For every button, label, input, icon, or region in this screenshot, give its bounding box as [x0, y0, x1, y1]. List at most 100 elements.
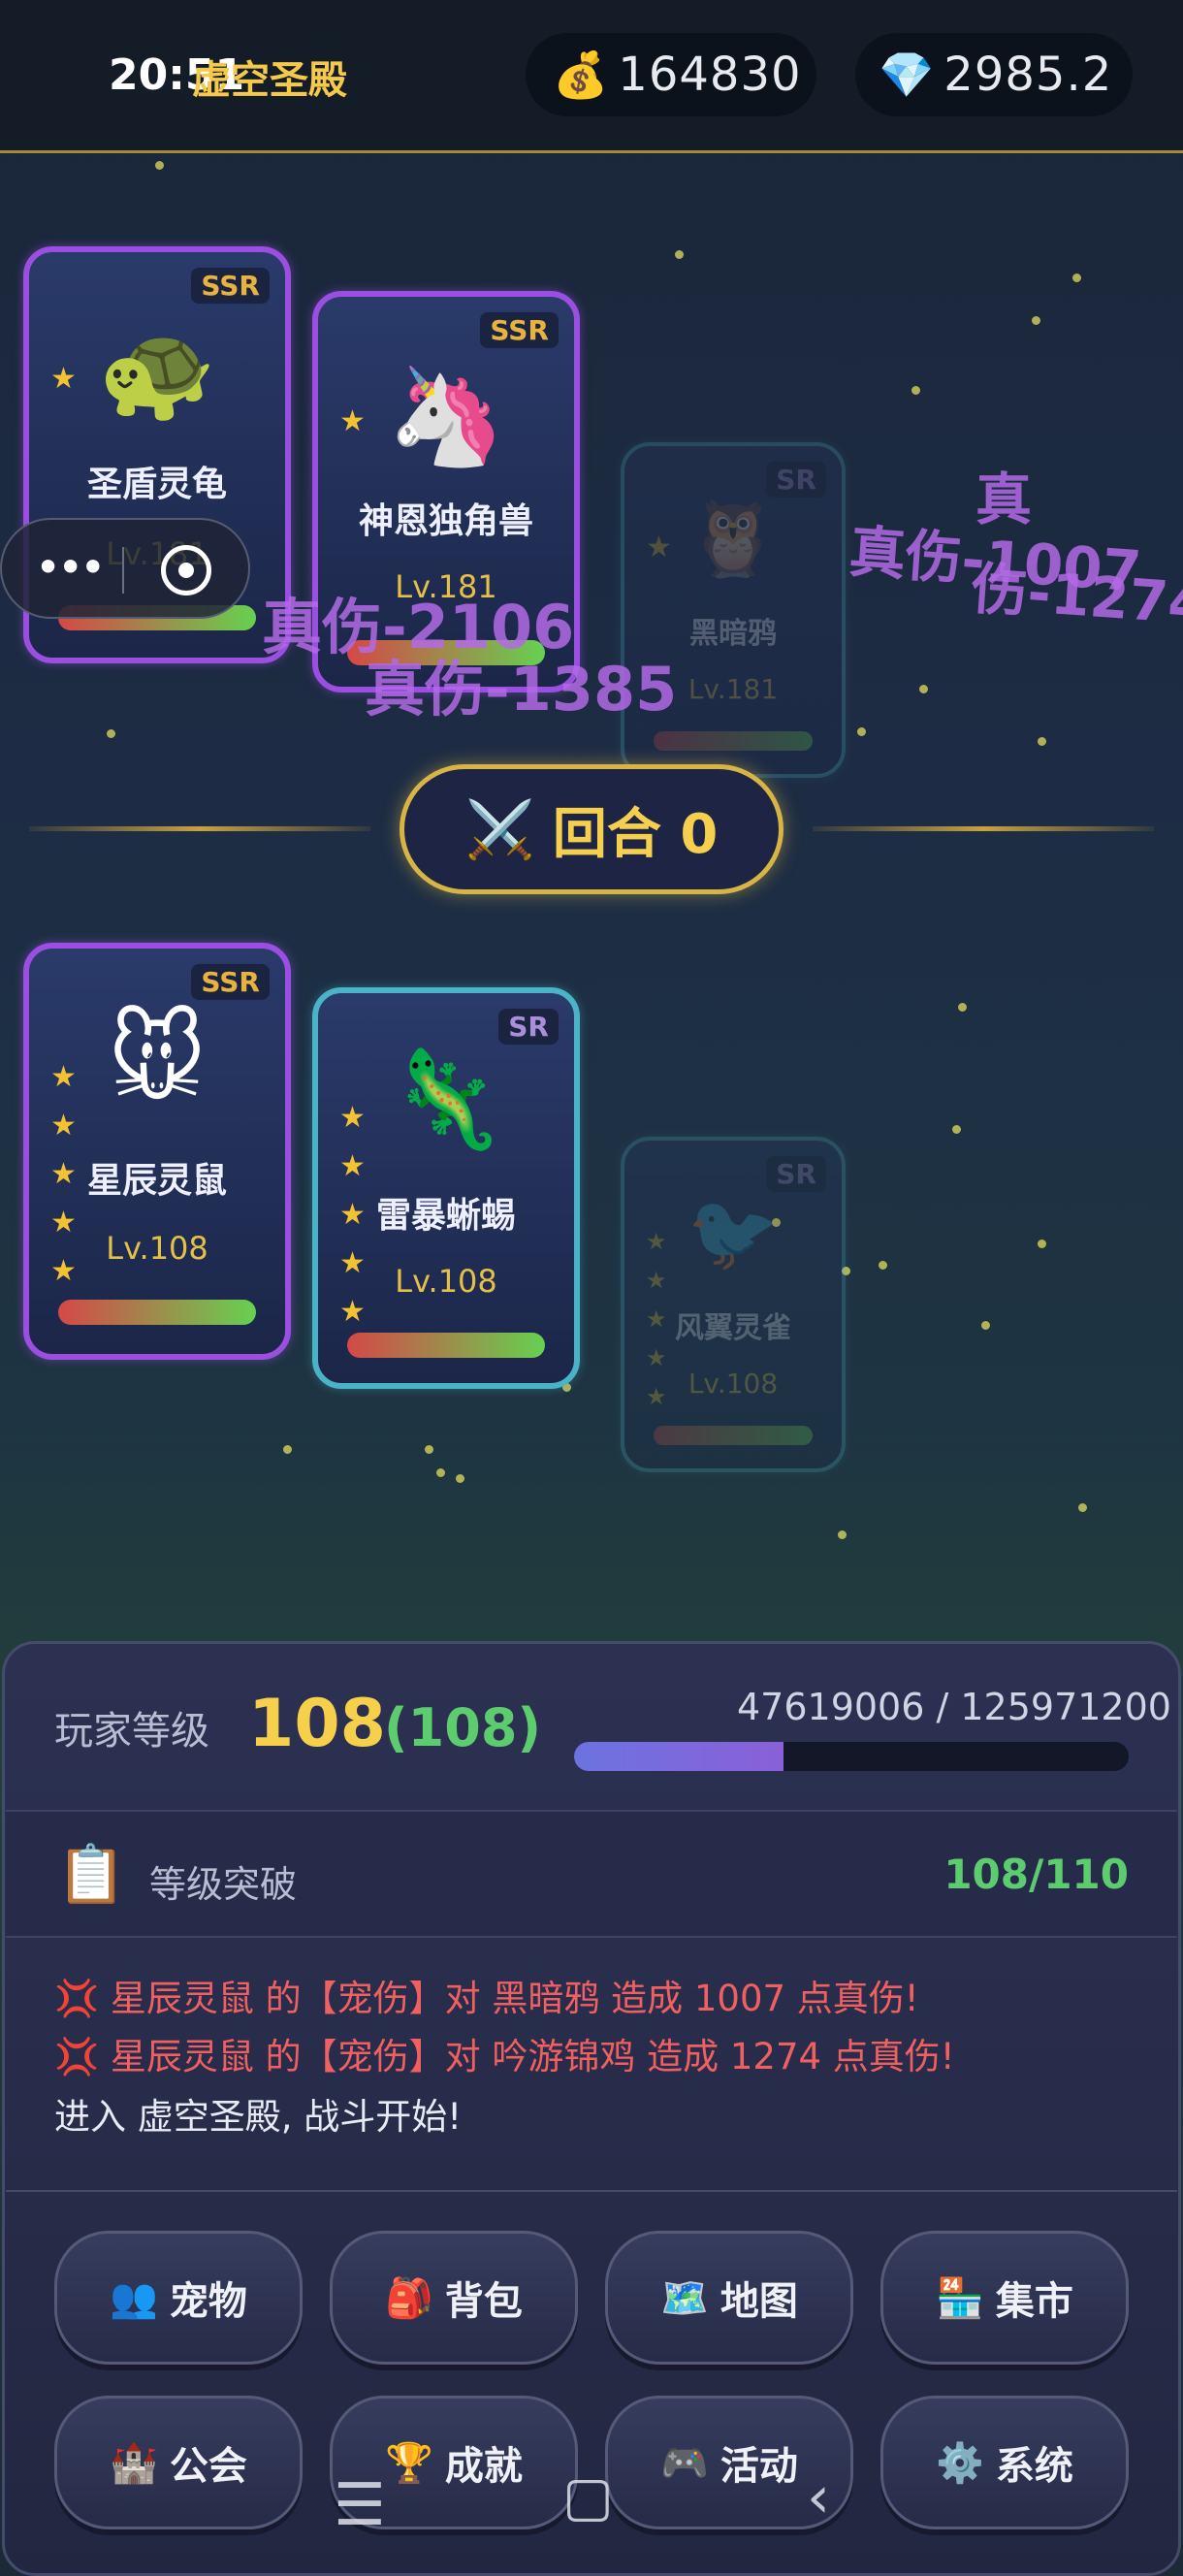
- particle-dot: [1078, 1503, 1087, 1512]
- exp-progress-fill: [574, 1742, 784, 1771]
- trophy-icon: 🏆: [385, 2440, 433, 2486]
- pet-name: 圣盾灵龟: [86, 465, 227, 504]
- store-icon: 🏪: [936, 2275, 984, 2321]
- pets-button[interactable]: 👥 宠物: [54, 2231, 303, 2365]
- particle-dot: [838, 1530, 847, 1539]
- particle-dot: [155, 161, 164, 170]
- particle-dot: [436, 1468, 445, 1477]
- backpack-icon: 🎒: [385, 2275, 433, 2321]
- hp-bar: [654, 731, 813, 751]
- pet-name: 神恩独角兽: [358, 501, 533, 541]
- pet-name: 雷暴蜥蜴: [375, 1196, 516, 1236]
- exp-text: 47619006 / 125971200: [737, 1686, 1171, 1728]
- particle-dot: [911, 386, 920, 395]
- close-target-icon[interactable]: [161, 545, 211, 596]
- anger-icon: 💢: [54, 1978, 100, 2019]
- ally-card-3[interactable]: SR ★ ★ ★ ★ ★ 🐦 风翼灵雀 Lv.108: [621, 1137, 846, 1472]
- gem-icon: 💎: [879, 48, 935, 101]
- map-button[interactable]: 🗺️ 地图: [605, 2231, 853, 2365]
- particle-dot: [952, 1125, 961, 1134]
- events-label: 活动: [719, 2444, 798, 2489]
- particle-dot: [1038, 737, 1046, 746]
- rarity-badge: SR: [766, 462, 826, 498]
- pet-name: 风翼灵雀: [675, 1311, 791, 1345]
- people-icon: 👥: [110, 2275, 158, 2321]
- map-label: 地图: [719, 2279, 798, 2324]
- rarity-badge: SSR: [480, 312, 559, 348]
- gamepad-icon: 🎮: [660, 2440, 709, 2486]
- map-icon: 🗺️: [660, 2275, 709, 2321]
- gold-counter[interactable]: 💰 164830: [526, 33, 816, 116]
- backpack-button[interactable]: 🎒 背包: [330, 2231, 578, 2365]
- log-text: 进入 虚空圣殿, 战斗开始!: [54, 2096, 463, 2138]
- pet-name: 星辰灵鼠: [86, 1161, 227, 1201]
- backpack-label: 背包: [444, 2279, 523, 2324]
- log-divider: [6, 2190, 1177, 2192]
- damage-popup: 伤-1274: [969, 555, 1183, 638]
- market-label: 集市: [995, 2279, 1073, 2324]
- rarity-badge: SSR: [191, 268, 270, 304]
- achievements-button[interactable]: 🏆 成就: [330, 2396, 578, 2529]
- gem-counter[interactable]: 💎 2985.2: [855, 33, 1133, 116]
- rarity-badge: SR: [498, 1009, 559, 1045]
- exp-progress-bar: [574, 1742, 1129, 1771]
- particle-dot: [107, 729, 115, 738]
- particle-dot: [958, 1003, 967, 1012]
- damage-popup: 真伤-1385: [365, 654, 678, 724]
- player-level-cap: (108): [384, 1697, 542, 1758]
- player-level-label: 玩家等级: [54, 1709, 209, 1754]
- unicorn-icon: 🦄: [386, 362, 506, 472]
- mini-program-capsule[interactable]: •••: [0, 518, 250, 619]
- enemy-card-3[interactable]: SR ★ 🦉 黑暗鸦 Lv.181: [621, 442, 846, 778]
- pets-label: 宠物: [169, 2279, 247, 2324]
- crossed-swords-icon: ⚔️: [464, 795, 535, 862]
- player-level-value: 108: [248, 1686, 386, 1762]
- particle-dot: [919, 685, 928, 693]
- particle-dot: [675, 250, 684, 259]
- more-icon[interactable]: •••: [35, 541, 106, 594]
- round-label: 回合 0: [552, 802, 719, 866]
- particle-dot: [283, 1445, 292, 1454]
- clipboard-icon: 📋: [56, 1841, 127, 1907]
- round-indicator: ⚔️ 回合 0: [400, 764, 783, 894]
- particle-dot: [857, 727, 866, 736]
- events-button[interactable]: 🎮 活动: [605, 2396, 853, 2529]
- top-header: 20:51 虚空圣殿 💰 164830 💎 2985.2: [0, 0, 1183, 153]
- round-line-right: [813, 826, 1154, 831]
- gold-value: 164830: [618, 48, 802, 102]
- turtle-icon: 🐢: [97, 317, 217, 428]
- log-text: 星辰灵鼠 的【宠伤】对 黑暗鸦 造成 1007 点真伤!: [110, 1978, 919, 2019]
- battle-log-entry: 💢 星辰灵鼠 的【宠伤】对 吟游锦鸡 造成 1274 点真伤!: [54, 2027, 955, 2079]
- pet-level: Lv.108: [395, 1263, 497, 1300]
- level-breakthrough-task[interactable]: 📋 等级突破 108/110: [6, 1810, 1177, 1938]
- particle-dot: [456, 1474, 464, 1483]
- hp-bar: [654, 1426, 813, 1445]
- ally-card-1[interactable]: SSR ★ ★ ★ ★ ★ 🐭 星辰灵鼠 Lv.108: [23, 943, 291, 1360]
- hp-bar: [58, 1300, 256, 1325]
- ally-card-2[interactable]: SR ★ ★ ★ ★ ★ 🦎 雷暴蜥蜴 Lv.108: [312, 987, 580, 1389]
- rarity-badge: SR: [766, 1156, 826, 1192]
- particle-dot: [879, 1261, 887, 1270]
- system-button[interactable]: ⚙️ 系统: [880, 2396, 1129, 2529]
- achievements-label: 成就: [444, 2444, 523, 2489]
- hp-bar: [347, 1333, 545, 1358]
- castle-icon: 🏰: [110, 2440, 158, 2486]
- bird-icon: 🐦: [687, 1189, 780, 1275]
- particle-dot: [1072, 274, 1081, 282]
- particle-dot: [981, 1321, 990, 1330]
- guild-label: 公会: [169, 2444, 247, 2489]
- battle-log-entry: 进入 虚空圣殿, 战斗开始!: [54, 2087, 462, 2140]
- particle-dot: [1032, 316, 1040, 325]
- round-line-left: [29, 826, 370, 831]
- pet-level: Lv.108: [687, 1368, 779, 1400]
- particle-dot: [1038, 1240, 1046, 1248]
- gear-icon: ⚙️: [936, 2440, 984, 2486]
- pet-level: Lv.108: [106, 1230, 208, 1267]
- lizard-icon: 🦎: [386, 1045, 506, 1155]
- task-progress: 108/110: [943, 1851, 1129, 1898]
- market-button[interactable]: 🏪 集市: [880, 2231, 1129, 2365]
- log-text: 星辰灵鼠 的【宠伤】对 吟游锦鸡 造成 1274 点真伤!: [110, 2036, 955, 2077]
- capsule-divider: [122, 547, 124, 594]
- owl-icon: 🦉: [687, 495, 780, 581]
- guild-button[interactable]: 🏰 公会: [54, 2396, 303, 2529]
